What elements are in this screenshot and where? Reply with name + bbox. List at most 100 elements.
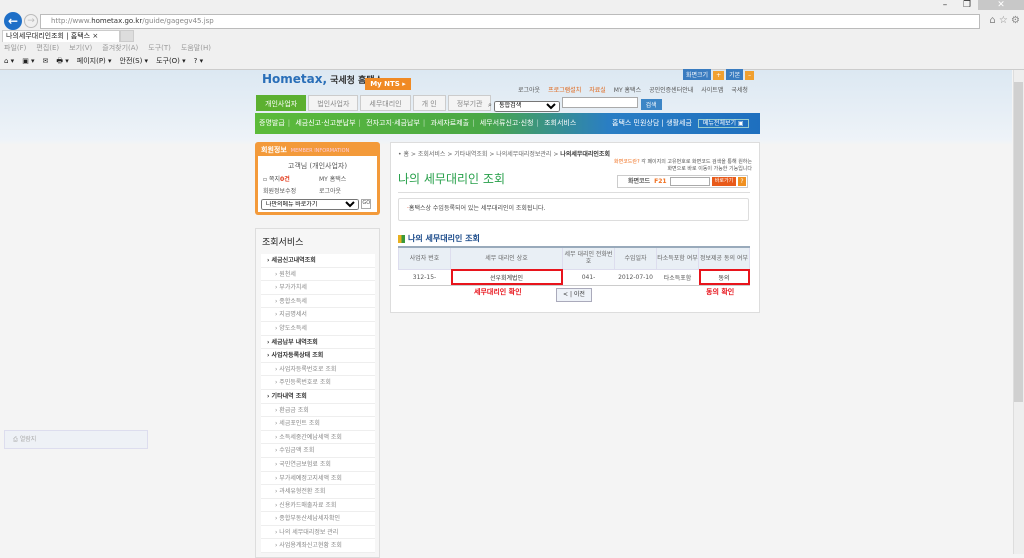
restore-button[interactable]: ❐ (956, 0, 978, 10)
sidebar-item[interactable]: › 부가가치세 (261, 281, 375, 295)
cell-date: 2012-07-10 (614, 269, 657, 286)
search-input[interactable] (562, 97, 639, 108)
sidebar-item[interactable]: › 세금납부 내역조회 (261, 336, 375, 350)
screen-code-value: F21 (654, 178, 667, 185)
forward-button[interactable]: → (24, 14, 38, 28)
tab-tax-agent[interactable]: 세무대리인 (360, 95, 411, 111)
sidebar-item[interactable]: › 원천세 (261, 268, 375, 282)
page-menu[interactable]: 페이지(P) ▾ (77, 57, 112, 65)
full-menu-button[interactable]: 메뉴전체보기 ▣ (697, 119, 749, 128)
tab-close-icon[interactable]: × (92, 32, 98, 40)
sidebar-item[interactable]: › 나의 세무대리정보 관리 (261, 526, 375, 540)
living-tax-link[interactable]: 생활세금 (666, 119, 692, 127)
nav-certificates[interactable]: 증명발급 (259, 119, 285, 127)
menu-edit[interactable]: 편집(E) (36, 44, 59, 52)
home-icon[interactable]: ⌂ ▾ (4, 57, 14, 65)
sidebar-item[interactable]: › 사업용계좌신고현황 조회 (261, 539, 375, 554)
sidebar-item[interactable]: › 수입금액 조회 (261, 444, 375, 458)
menu-file[interactable]: 파일(F) (4, 44, 26, 52)
nav-tax-data[interactable]: 과세자료제출 (430, 119, 469, 127)
safety-menu[interactable]: 안전(S) ▾ (120, 57, 149, 65)
sidebar-item[interactable]: › 기타내역 조회 (261, 390, 375, 404)
tab-government[interactable]: 정부기관 (447, 95, 492, 111)
search-scope-select[interactable]: 통합검색 (494, 100, 561, 112)
sidebar-item[interactable]: › 부가세예정고지세액 조회 (261, 472, 375, 486)
zoom-in-button[interactable]: + (713, 71, 725, 80)
search-button[interactable]: 검색 (640, 99, 662, 110)
go-button[interactable]: GO (361, 198, 372, 209)
sidebar-item[interactable]: › 환급금 조회 (261, 404, 375, 418)
nav-tax-documents[interactable]: 세무서류신고·신청 (480, 119, 534, 127)
mail-icon[interactable]: ✉ (43, 57, 49, 65)
menu-view[interactable]: 보기(V) (69, 44, 92, 52)
sidebar-item[interactable]: › 신용카드매출자료 조회 (261, 499, 375, 513)
screen-code-question-icon[interactable]: ? (738, 177, 746, 186)
screen-code-go-button[interactable]: 바로가기 (712, 177, 736, 186)
sidebar-item[interactable]: › 소득세중간예납세액 조회 (261, 431, 375, 445)
sitemap-link[interactable]: 사이트맵 (701, 87, 723, 94)
close-button[interactable]: ✕ (978, 0, 1024, 10)
sidebar-item[interactable]: › 과세유형전환 조회 (261, 485, 375, 499)
edit-member-link[interactable]: 회원정보수정 (263, 186, 319, 195)
menu-favorites[interactable]: 즐겨찾기(A) (102, 44, 138, 52)
new-tab-button[interactable] (120, 30, 134, 42)
my-hometax-link-2[interactable]: MY 홈택스 (319, 174, 375, 183)
sidebar-item[interactable]: › 세금포인트 조회 (261, 417, 375, 431)
user-type-tabs: 개인사업자 법인사업자 세무대리인 개 인 정부기관 (256, 95, 493, 111)
sidebar-item[interactable]: › 주민등록번호로 조회 (261, 376, 375, 390)
browser-tab[interactable]: 나의세무대리인조회 | 홈택스 × (2, 30, 120, 42)
sidebar-item[interactable]: › 세금신고내역조회 (261, 254, 375, 268)
minimize-button[interactable]: – (934, 0, 956, 10)
my-hometax-link[interactable]: MY 홈택스 (614, 87, 641, 94)
tab-corporate[interactable]: 법인사업자 (308, 95, 359, 111)
logout-link-2[interactable]: 로그아웃 (319, 186, 375, 195)
quick-link-label: 열람지 (19, 436, 37, 443)
zoom-default-button[interactable]: 기본 (726, 69, 744, 80)
address-bar[interactable]: http://www.hometax.go.kr/guide/gagegv45.… (40, 14, 980, 29)
nav-tax-payment[interactable]: 전자고지·세금납부 (366, 119, 420, 127)
sidebar-item[interactable]: › 국민연금보험료 조회 (261, 458, 375, 472)
menu-tools[interactable]: 도구(T) (148, 44, 171, 52)
print-icon[interactable]: 🖶 ▾ (56, 57, 68, 65)
home-favorites-settings-icons[interactable]: ⌂ ☆ ⚙ (989, 15, 1020, 26)
crumb-inquiry[interactable]: 조회서비스 (418, 151, 446, 158)
prev-button[interactable]: < | 이전 (556, 288, 592, 302)
tab-individual-business[interactable]: 개인사업자 (256, 95, 307, 111)
my-nts-button[interactable]: My NTS ▸ (365, 78, 411, 90)
quick-menu-select[interactable]: 나만의메뉴 바로가기 (261, 199, 359, 210)
crumb-home[interactable]: 홈 (403, 151, 409, 158)
table-header-row: 사업자 번호 세무 대리인 상호 세무 대리인 전화번호 수임일자 타소득포함 … (398, 246, 750, 270)
sidebar-item[interactable]: › 양도소득세 (261, 322, 375, 336)
nav-tax-filing[interactable]: 세금신고·신고분납부 (295, 119, 355, 127)
sidebar-item[interactable]: › 사업자등록번호로 조회 (261, 363, 375, 377)
civil-consult-link[interactable]: 홈택스 민원상담 (612, 119, 659, 127)
screen-code-input[interactable] (670, 177, 710, 186)
page-title: 나의 세무대리인 조회 (398, 172, 505, 186)
sidebar-item[interactable]: › 사업자등록상태 조회 (261, 349, 375, 363)
tools-menu[interactable]: 도구(O) ▾ (156, 57, 186, 65)
scrollbar-thumb[interactable] (1014, 82, 1023, 402)
sidebar-item[interactable]: › 종합부동산세납세자확인 (261, 512, 375, 526)
nts-link[interactable]: 국세청 (731, 87, 748, 94)
menu-help[interactable]: 도움말(H) (181, 44, 211, 52)
cert-center-link[interactable]: 공인인증센터안내 (649, 87, 693, 94)
crumb-agent-info[interactable]: 나의세무대리정보관리 (496, 151, 551, 158)
quick-link-box[interactable]: ⎙ 열람지 (4, 430, 148, 449)
sidebar-item[interactable]: › 지급명세서 (261, 308, 375, 322)
col-business-number: 사업자 번호 (398, 246, 451, 270)
messages-link[interactable]: ▫ 쪽지 0건 (263, 174, 319, 183)
program-install-link[interactable]: 프로그램설치 (548, 87, 581, 94)
printer-icon: ⎙ (13, 436, 18, 443)
back-button[interactable]: ← (4, 12, 22, 30)
screen-code-help-link[interactable]: 화면코드란? (614, 159, 640, 165)
zoom-out-button[interactable]: – (745, 71, 755, 80)
nav-inquiry-service[interactable]: 조회서비스 (544, 119, 576, 127)
sidebar-item[interactable]: › 종합소득세 (261, 295, 375, 309)
library-link[interactable]: 자료실 (589, 87, 606, 94)
tab-individual[interactable]: 개 인 (412, 95, 446, 111)
crumb-other[interactable]: 기타내역조회 (454, 151, 487, 158)
logout-link[interactable]: 로그아웃 (518, 87, 540, 94)
help-icon[interactable]: ? ▾ (194, 57, 203, 65)
url-prefix: http://www. (51, 17, 92, 25)
feeds-icon[interactable]: ▣ ▾ (22, 57, 34, 65)
